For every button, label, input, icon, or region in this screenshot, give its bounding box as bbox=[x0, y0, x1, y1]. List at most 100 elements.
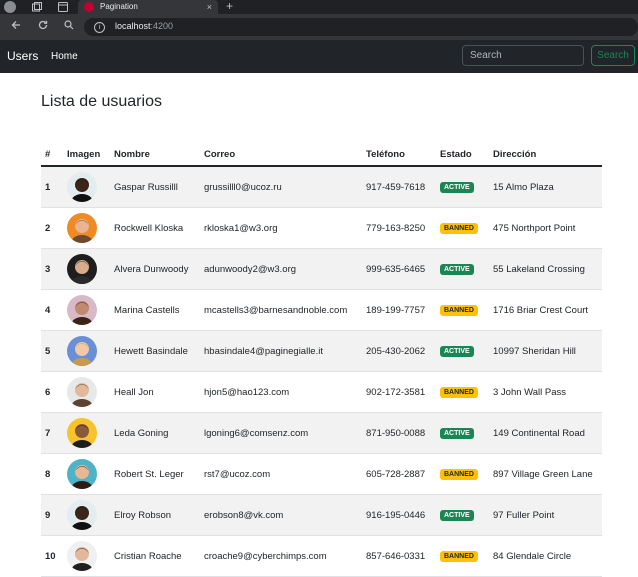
user-address: 55 Lakeland Crossing bbox=[489, 248, 602, 290]
user-email: hjon5@hao123.com bbox=[200, 371, 362, 413]
status-cell: BANNED bbox=[436, 371, 489, 413]
table-row: 8 Robert St. Leger rst7@ucoz.com 605-728-28… bbox=[41, 453, 602, 495]
row-number: 1 bbox=[41, 166, 63, 208]
user-address: 15 Almo Plaza bbox=[489, 166, 602, 208]
row-number: 4 bbox=[41, 289, 63, 331]
collections-icon[interactable] bbox=[31, 1, 43, 13]
row-number: 9 bbox=[41, 494, 63, 536]
user-name: Hewett Basindale bbox=[110, 330, 200, 372]
avatar bbox=[67, 459, 97, 489]
status-badge: ACTIVE bbox=[440, 510, 474, 521]
status-badge: BANNED bbox=[440, 305, 478, 316]
user-photo-icon bbox=[67, 418, 97, 448]
user-phone: 189-199-7757 bbox=[362, 289, 436, 331]
user-name: Heall Jon bbox=[110, 371, 200, 413]
avatar-cell bbox=[63, 207, 110, 249]
avatar bbox=[67, 336, 97, 366]
avatar-cell bbox=[63, 248, 110, 290]
back-arrow-icon[interactable] bbox=[8, 19, 24, 35]
user-photo-icon bbox=[67, 254, 97, 284]
column-header-status: Estado bbox=[436, 143, 489, 167]
status-cell: ACTIVE bbox=[436, 166, 489, 208]
avatar bbox=[67, 541, 97, 571]
avatar-cell bbox=[63, 494, 110, 536]
table-row: 2 Rockwell Kloska rkloska1@w3.org 779-163-8… bbox=[41, 207, 602, 249]
avatar-cell bbox=[63, 289, 110, 331]
user-photo-icon bbox=[67, 213, 97, 243]
row-number: 7 bbox=[41, 412, 63, 454]
user-photo-icon bbox=[67, 172, 97, 202]
avatar bbox=[67, 500, 97, 530]
status-cell: ACTIVE bbox=[436, 248, 489, 290]
url-text: localhost:4200 bbox=[115, 21, 174, 31]
app-navbar: Users Home Search bbox=[0, 40, 638, 73]
user-photo-icon bbox=[67, 500, 97, 530]
status-cell: ACTIVE bbox=[436, 330, 489, 372]
row-number: 6 bbox=[41, 371, 63, 413]
column-header-address: Dirección bbox=[489, 143, 602, 167]
avatar-cell bbox=[63, 371, 110, 413]
user-phone: 902-172-3581 bbox=[362, 371, 436, 413]
user-name: Leda Goning bbox=[110, 412, 200, 454]
user-phone: 916-195-0446 bbox=[362, 494, 436, 536]
avatar-cell bbox=[63, 166, 110, 208]
browser-address-bar: i localhost:4200 bbox=[0, 14, 638, 40]
status-badge: BANNED bbox=[440, 223, 478, 234]
nav-link-home[interactable]: Home bbox=[51, 51, 78, 62]
user-name: Robert St. Leger bbox=[110, 453, 200, 495]
status-badge: BANNED bbox=[440, 387, 478, 398]
avatar bbox=[67, 418, 97, 448]
user-address: 897 Village Green Lane bbox=[489, 453, 602, 495]
angular-favicon-icon bbox=[84, 2, 94, 12]
row-number: 8 bbox=[41, 453, 63, 495]
user-email: hbasindale4@paginegialle.it bbox=[200, 330, 362, 372]
users-table: # Imagen Nombre Correo Teléfono Estado D… bbox=[41, 143, 602, 577]
user-address: 3 John Wall Pass bbox=[489, 371, 602, 413]
profile-avatar-icon[interactable] bbox=[4, 1, 16, 13]
reload-icon[interactable] bbox=[35, 19, 51, 35]
users-table-body: 1 Gaspar Russilll grussilll0@ucoz.ru 917-45… bbox=[41, 166, 602, 577]
avatar-cell bbox=[63, 535, 110, 577]
status-badge: ACTIVE bbox=[440, 428, 474, 439]
column-header-number: # bbox=[41, 143, 63, 167]
user-photo-icon bbox=[67, 541, 97, 571]
site-info-icon[interactable]: i bbox=[94, 22, 105, 33]
navbar-brand[interactable]: Users bbox=[7, 49, 38, 63]
tab-actions-icon[interactable] bbox=[57, 1, 69, 13]
user-email: adunwoody2@w3.org bbox=[200, 248, 362, 290]
new-tab-icon[interactable]: + bbox=[226, 0, 233, 13]
user-name: Alvera Dunwoody bbox=[110, 248, 200, 290]
user-phone: 917-459-7618 bbox=[362, 166, 436, 208]
table-row: 10 Cristian Roache croache9@cyberchimps.co… bbox=[41, 535, 602, 577]
user-address: 10997 Sheridan Hill bbox=[489, 330, 602, 372]
search-icon[interactable] bbox=[61, 19, 77, 35]
status-cell: ACTIVE bbox=[436, 494, 489, 536]
user-photo-icon bbox=[67, 336, 97, 366]
url-bar[interactable]: i localhost:4200 bbox=[84, 18, 638, 36]
status-cell: BANNED bbox=[436, 453, 489, 495]
search-input[interactable] bbox=[462, 45, 584, 66]
avatar bbox=[67, 377, 97, 407]
table-header-row: # Imagen Nombre Correo Teléfono Estado D… bbox=[41, 143, 602, 167]
user-email: erobson8@vk.com bbox=[200, 494, 362, 536]
table-row: 1 Gaspar Russilll grussilll0@ucoz.ru 917-45… bbox=[41, 166, 602, 208]
user-phone: 605-728-2887 bbox=[362, 453, 436, 495]
user-name: Elroy Robson bbox=[110, 494, 200, 536]
column-header-phone: Teléfono bbox=[362, 143, 436, 167]
row-number: 2 bbox=[41, 207, 63, 249]
user-email: lgoning6@comsenz.com bbox=[200, 412, 362, 454]
user-photo-icon bbox=[67, 459, 97, 489]
close-tab-icon[interactable]: × bbox=[207, 0, 212, 14]
column-header-image: Imagen bbox=[63, 143, 110, 167]
search-button[interactable]: Search bbox=[591, 45, 635, 66]
page-title: Lista de usuarios bbox=[41, 93, 162, 110]
table-row: 7 Leda Goning lgoning6@comsenz.com 871-950-… bbox=[41, 412, 602, 454]
status-badge: BANNED bbox=[440, 551, 478, 562]
avatar bbox=[67, 213, 97, 243]
user-photo-icon bbox=[67, 295, 97, 325]
browser-tab-title: Pagination bbox=[100, 2, 138, 11]
user-email: grussilll0@ucoz.ru bbox=[200, 166, 362, 208]
table-row: 4 Marina Castells mcastells3@barnesandnobl… bbox=[41, 289, 602, 331]
status-badge: ACTIVE bbox=[440, 264, 474, 275]
browser-tab[interactable]: Pagination × bbox=[78, 0, 218, 14]
